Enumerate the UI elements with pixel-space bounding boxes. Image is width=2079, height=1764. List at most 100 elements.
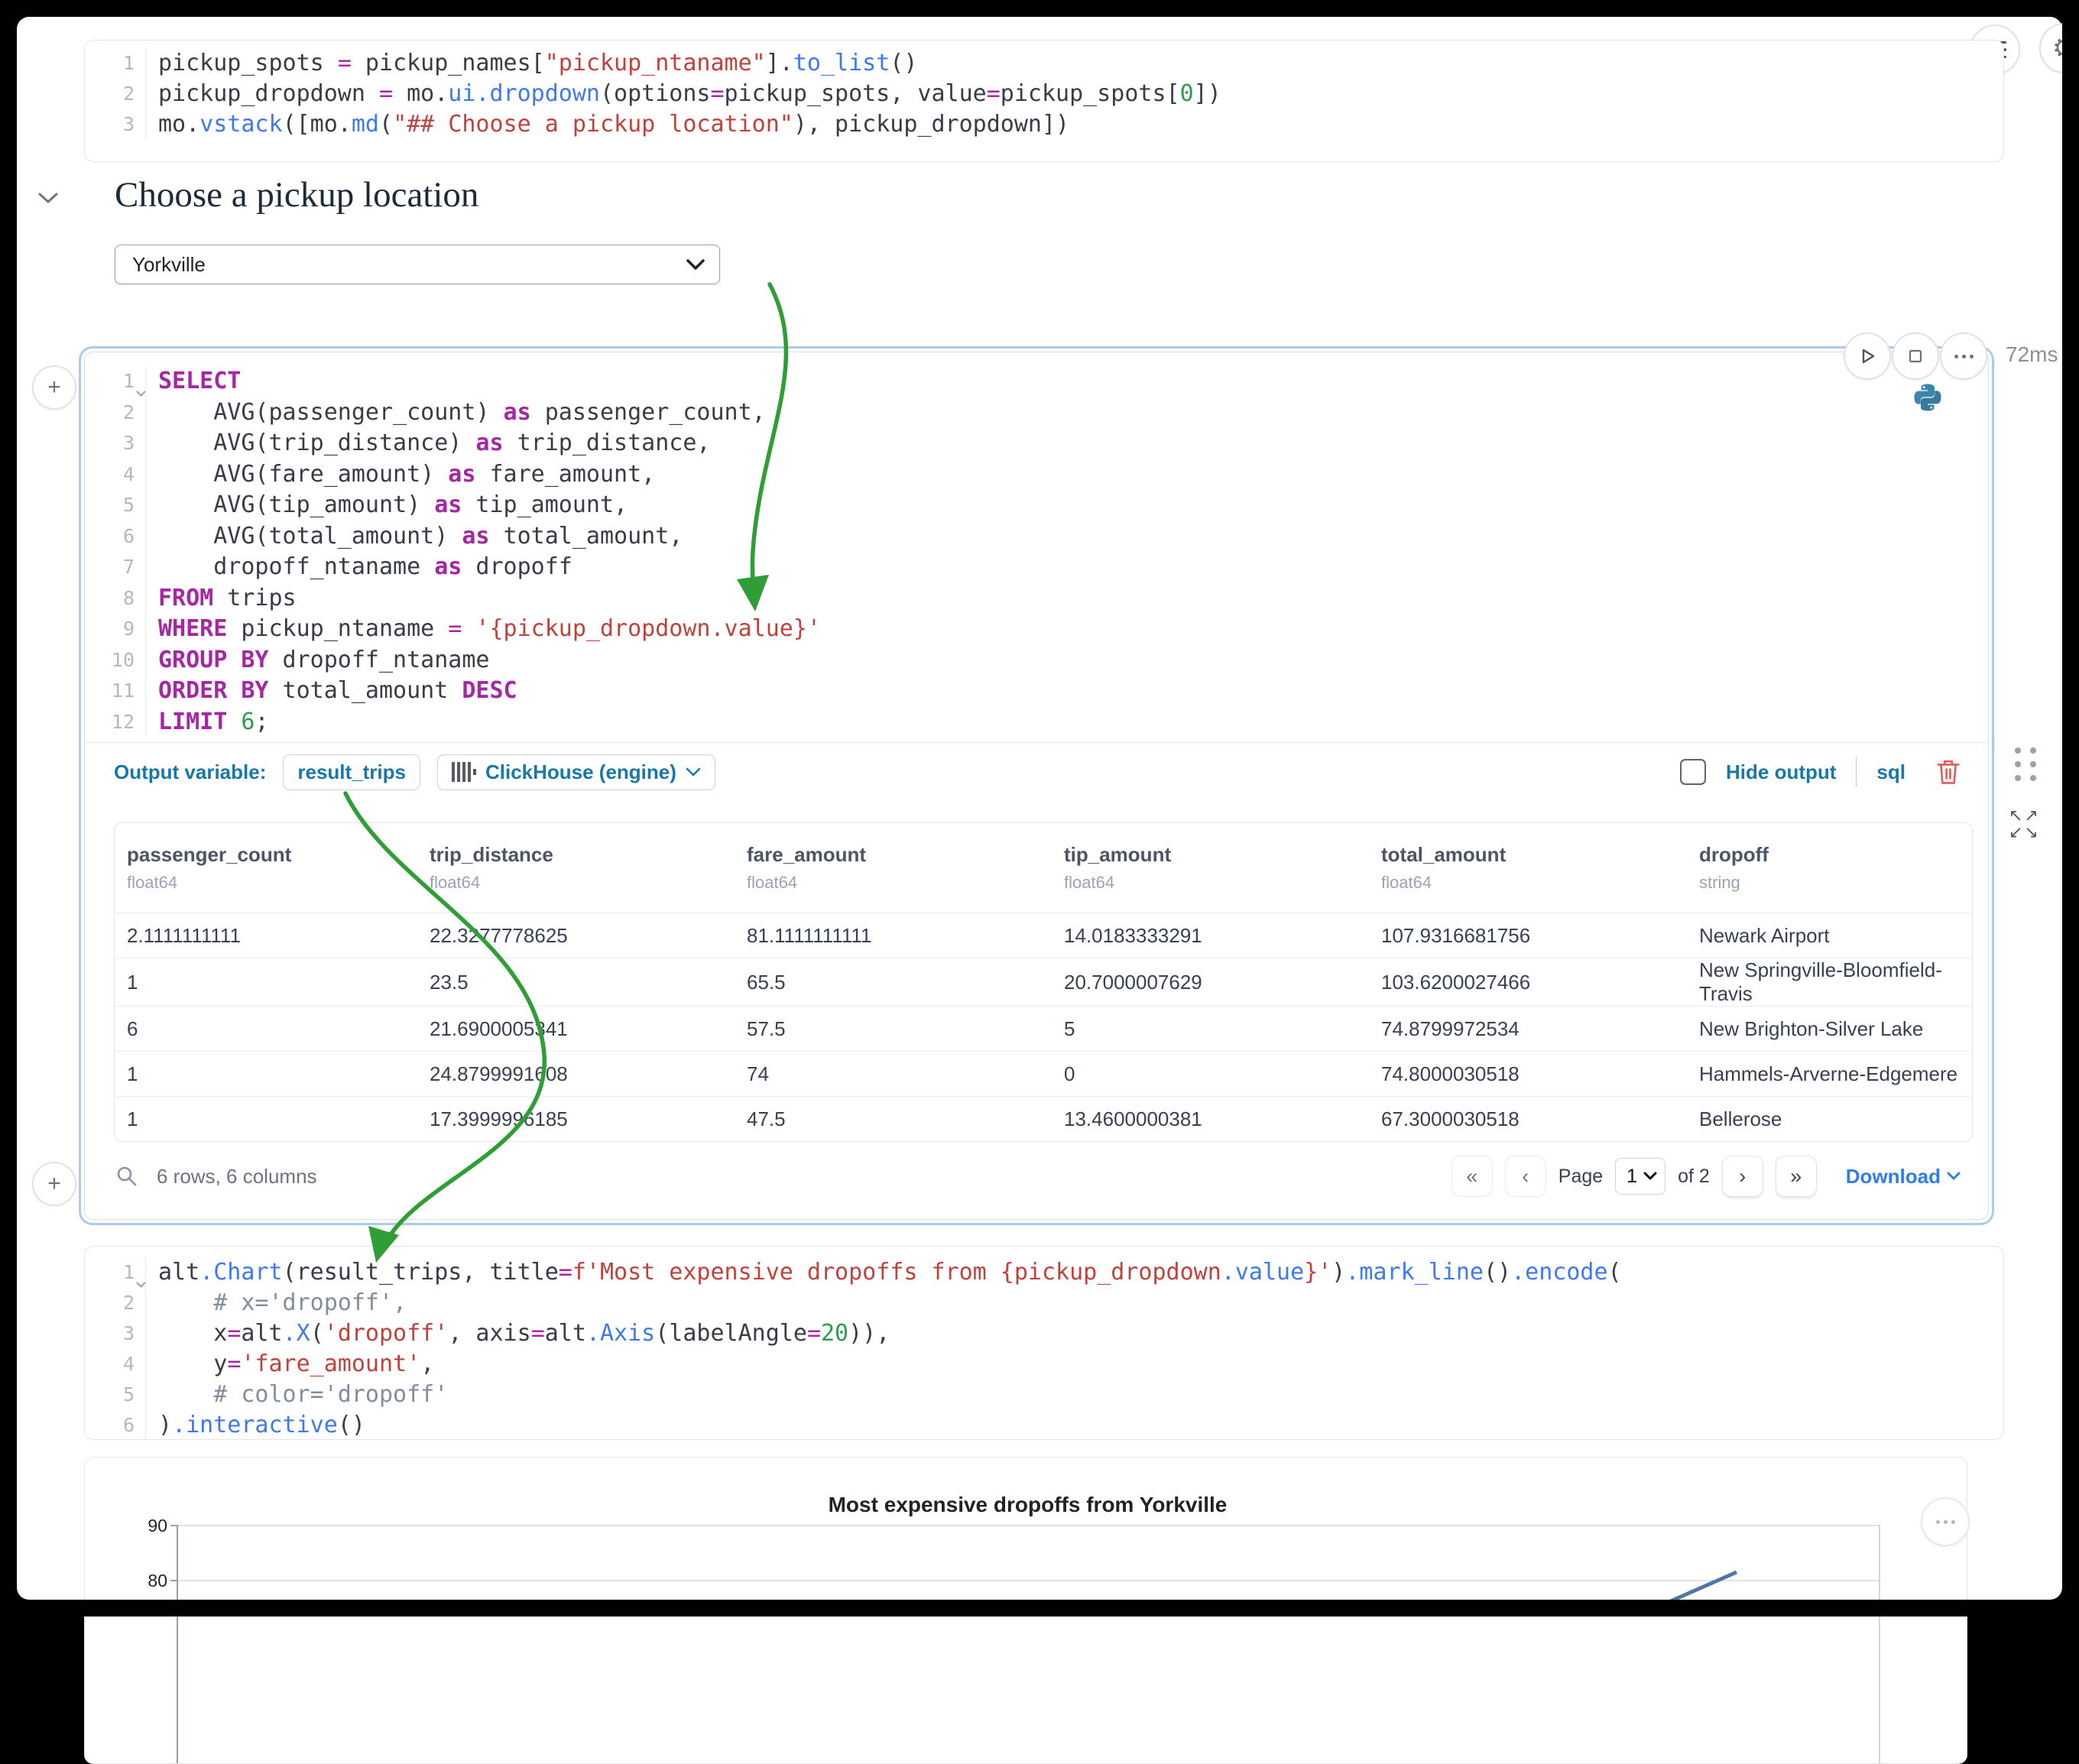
code-line: 4 y='fare_amount', — [85, 1349, 2003, 1380]
code-line: 8FROM trips — [85, 583, 1988, 614]
table-cell: 65.5 — [735, 958, 1052, 1007]
code-line: 2pickup_dropdown = mo.ui.dropdown(option… — [85, 79, 2003, 109]
line-number: 3 — [85, 109, 146, 140]
code-text: ).interactive() — [146, 1410, 365, 1440]
line-number: 8 — [85, 583, 146, 614]
line-number: 3 — [85, 1318, 146, 1349]
code-line: 3mo.vstack([mo.md("## Choose a pickup lo… — [85, 109, 2003, 140]
sql-editor[interactable]: 1SELECT2 AVG(passenger_count) as passeng… — [85, 352, 1988, 738]
column-type: string — [1699, 873, 1961, 908]
code-text: LIMIT 6; — [146, 707, 269, 738]
code-text: WHERE pickup_ntaname = '{pickup_dropdown… — [146, 614, 821, 645]
prev-page-button[interactable]: ‹ — [1505, 1156, 1546, 1197]
language-badge[interactable]: sql — [1876, 760, 1905, 784]
table-row: 2.111111111122.327777862581.111111111114… — [115, 913, 1972, 958]
last-page-button[interactable]: » — [1776, 1156, 1817, 1197]
table-row: 117.399999618547.513.460000038167.300003… — [115, 1097, 1972, 1142]
line-number: 2 — [85, 397, 146, 429]
table-cell: 17.3999996185 — [417, 1097, 735, 1142]
download-button[interactable]: Download — [1846, 1165, 1961, 1188]
code-line: 5 # color='dropoff' — [85, 1380, 2003, 1410]
hide-output-checkbox[interactable] — [1680, 759, 1706, 785]
add-cell-above-button[interactable]: + — [32, 365, 76, 410]
pickup-location-select[interactable]: Yorkville — [115, 245, 720, 284]
next-page-button[interactable]: › — [1722, 1156, 1763, 1197]
code-line: 5 AVG(tip_amount) as tip_amount, — [85, 490, 1988, 521]
code-text: # x='dropoff', — [146, 1288, 407, 1318]
code-line: 7 dropoff_ntaname as dropoff — [85, 552, 1988, 583]
code-text: # color='dropoff' — [146, 1380, 448, 1410]
code-line: 2 # x='dropoff', — [85, 1288, 2003, 1318]
code-line: 6 AVG(total_amount) as total_amount, — [85, 521, 1988, 553]
table-cell: 67.3000030518 — [1369, 1097, 1687, 1142]
column-header[interactable]: total_amountfloat64 — [1369, 823, 1687, 913]
pagination: « ‹ Page 1 of 2 › » Download — [1451, 1156, 1961, 1197]
stop-cell-button[interactable] — [1892, 332, 1939, 380]
column-header[interactable]: tip_amountfloat64 — [1052, 823, 1369, 913]
table-row: 123.565.520.7000007629103.6200027466New … — [115, 958, 1972, 1007]
code-line: 6).interactive() — [85, 1410, 2003, 1440]
engine-selector[interactable]: ClickHouse (engine) — [437, 754, 715, 790]
code-text: mo.vstack([mo.md("## Choose a pickup loc… — [146, 109, 1069, 140]
code-line: 1pickup_spots = pickup_names["pickup_nta… — [85, 48, 2003, 79]
select-value: Yorkville — [132, 253, 206, 277]
table-cell: 21.6900005341 — [417, 1007, 735, 1052]
line-number: 4 — [85, 1349, 146, 1380]
code-text: AVG(fare_amount) as fare_amount, — [146, 459, 655, 491]
table-cell: 47.5 — [735, 1097, 1052, 1142]
table-cell: 6 — [115, 1007, 417, 1052]
column-type: float64 — [127, 873, 407, 908]
drag-cell-handle-icon[interactable] — [2015, 747, 2036, 781]
line-number: 11 — [85, 676, 146, 707]
page-number-select[interactable]: 1 — [1615, 1158, 1665, 1195]
table-cell: 0 — [1052, 1052, 1369, 1097]
line-number: 10 — [85, 645, 146, 676]
column-header[interactable]: trip_distancefloat64 — [417, 823, 735, 913]
output-variable-chip[interactable]: result_trips — [283, 754, 420, 790]
code-text: SELECT — [146, 366, 241, 397]
sql-toolbar: Output variable: result_trips ClickHouse… — [85, 743, 1988, 801]
chevron-down-icon — [686, 767, 701, 777]
result-table: passenger_countfloat64trip_distancefloat… — [114, 822, 1973, 1142]
column-header[interactable]: passenger_countfloat64 — [115, 823, 417, 913]
sql-cell[interactable]: 1 SELECT2 AVG(passenger_count) as passeng… — [79, 346, 1994, 1225]
cell-more-options-button[interactable] — [1940, 332, 1987, 380]
add-cell-below-button[interactable]: + — [32, 1162, 76, 1206]
code-text: AVG(tip_amount) as tip_amount, — [146, 490, 628, 521]
table-cell: 74 — [735, 1052, 1052, 1097]
screen-frame — [0, 0, 2079, 17]
line-number: 6 — [85, 1410, 146, 1440]
search-icon[interactable] — [115, 1165, 138, 1188]
sql-cell-inner: 1 SELECT2 AVG(passenger_count) as passeng… — [84, 352, 1989, 1220]
line-number: 4 — [85, 459, 146, 491]
python-logo-icon — [1912, 382, 1943, 413]
code-text: dropoff_ntaname as dropoff — [146, 552, 572, 583]
table-cell: 23.5 — [417, 958, 735, 1007]
column-header[interactable]: fare_amountfloat64 — [735, 823, 1052, 913]
expand-cell-icon[interactable]: ↖↗↙↘ — [2009, 807, 2040, 841]
code-text: ORDER BY total_amount DESC — [146, 676, 517, 707]
table-cell: 1 — [115, 1052, 417, 1097]
first-page-button[interactable]: « — [1451, 1156, 1493, 1197]
table-row: 621.690000534157.5574.8799972534New Brig… — [115, 1007, 1972, 1052]
code-text: AVG(trip_distance) as trip_distance, — [146, 428, 710, 459]
delete-cell-trash-icon[interactable] — [1936, 758, 1961, 786]
code-line: 2 AVG(passenger_count) as passenger_coun… — [85, 397, 1988, 429]
table-cell: Bellerose — [1687, 1097, 1972, 1142]
output-variable-label: Output variable: — [114, 760, 266, 784]
column-type: float64 — [430, 873, 724, 908]
hide-output-label: Hide output — [1726, 760, 1836, 784]
cell-runtime: 72ms — [2006, 342, 2058, 367]
chevron-down-icon — [1947, 1172, 1961, 1181]
run-cell-button[interactable] — [1844, 332, 1891, 380]
code-cell-chart[interactable]: 1alt.Chart(result_trips, title=f'Most ex… — [84, 1246, 2004, 1440]
column-header[interactable]: dropoffstring — [1687, 823, 1972, 913]
collapse-cell-chevron-icon[interactable] — [35, 190, 61, 206]
column-type: float64 — [1064, 873, 1358, 908]
code-text: AVG(passenger_count) as passenger_count, — [146, 397, 766, 429]
table-cell: 1 — [115, 1097, 417, 1142]
code-cell-dropdown[interactable]: 1pickup_spots = pickup_names["pickup_nta… — [84, 40, 2004, 162]
code-line: 3 x=alt.X('dropoff', axis=alt.Axis(label… — [85, 1318, 2003, 1349]
line-number: 5 — [85, 1380, 146, 1410]
table-cell: 107.9316681756 — [1369, 913, 1687, 958]
